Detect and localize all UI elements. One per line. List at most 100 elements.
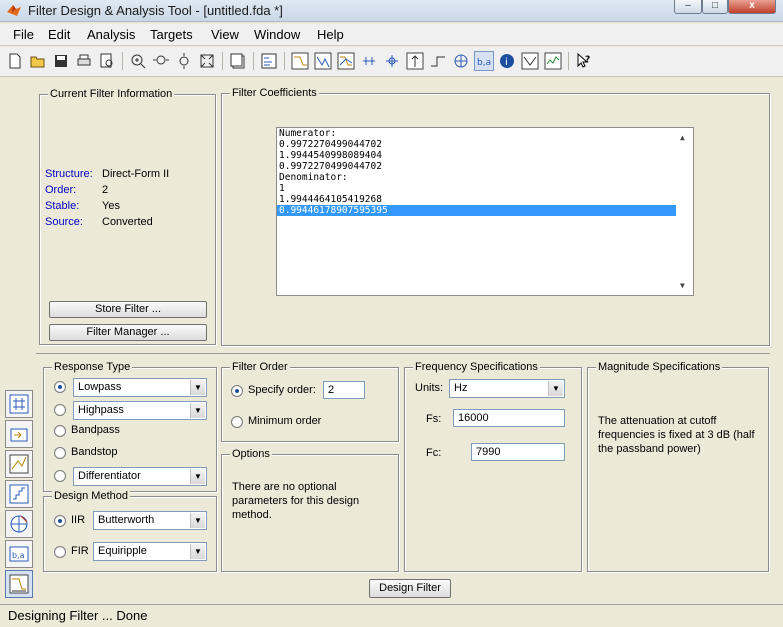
coefficients-listbox[interactable]: Numerator: 0.9972270499044702 1.99445409… [276,127,694,296]
design-filter-button[interactable]: Design Filter [369,579,451,598]
coefficients-scrollbar[interactable]: ▲ ▼ [676,128,693,295]
scroll-up-icon[interactable]: ▲ [680,132,685,143]
open-folder-icon[interactable] [28,51,48,71]
filter-manager-button[interactable]: Filter Manager ... [49,324,207,341]
coefficient-line[interactable]: 1.9944540998089404 [277,150,693,161]
close-button[interactable]: x [728,0,776,14]
toolbar-separator [122,52,123,70]
magnitude-phase-icon[interactable] [336,51,356,71]
coefficient-line[interactable]: 1 [277,183,693,194]
new-file-icon[interactable] [5,51,25,71]
minimize-button[interactable]: – [674,0,702,14]
highpass-radio[interactable] [54,404,66,416]
units-select[interactable]: Hz ▼ [449,379,565,398]
phase-delay-icon[interactable] [382,51,402,71]
coefficient-line[interactable]: Numerator: [277,128,693,139]
menu-help[interactable]: Help [317,27,344,42]
design-filter-mode-icon[interactable] [5,570,33,598]
specify-order-label[interactable]: Specify order: [248,384,316,396]
filter-coefficients-icon[interactable]: b,a [474,51,494,71]
quantize-filter-icon[interactable] [5,480,33,508]
minimum-order-label[interactable]: Minimum order [248,415,321,427]
coefficient-line-selected[interactable]: 0.99446178907595395 [277,205,676,216]
zoom-y-icon[interactable] [174,51,194,71]
menu-window[interactable]: Window [254,27,300,42]
differentiator-select[interactable]: Differentiator ▼ [73,467,207,486]
chevron-down-icon: ▼ [190,380,205,395]
order-value: 2 [102,184,109,196]
fir-radio[interactable] [54,546,66,558]
chevron-down-icon: ▼ [190,403,205,418]
save-icon[interactable] [51,51,71,71]
new-window-icon[interactable] [228,51,248,71]
menu-analysis[interactable]: Analysis [87,27,135,42]
units-label: Units: [415,382,444,394]
round-off-noise-icon[interactable] [543,51,563,71]
menu-targets[interactable]: Targets [150,27,193,42]
lowpass-radio[interactable] [54,381,66,393]
menu-view[interactable]: View [211,27,239,42]
print-preview-icon[interactable] [97,51,117,71]
zoom-x-icon[interactable] [151,51,171,71]
step-response-icon[interactable] [428,51,448,71]
svg-text:i: i [505,57,508,68]
pole-zero-editor-icon[interactable] [5,390,33,418]
lowpass-select[interactable]: Lowpass ▼ [73,378,207,397]
impulse-response-icon[interactable] [405,51,425,71]
filter-coefficients-export-icon[interactable]: b,a [5,540,33,568]
differentiator-radio[interactable] [54,470,66,482]
minimum-order-radio[interactable] [231,416,243,428]
current-filter-title: Current Filter Information [48,88,175,100]
svg-text:b,a: b,a [477,58,491,68]
print-icon[interactable] [74,51,94,71]
window-title: Filter Design & Analysis Tool - [untitle… [28,3,283,18]
svg-text:b,a: b,a [12,551,25,560]
coefficient-line[interactable]: 0.9972270499044702 [277,139,693,150]
coefficient-line[interactable]: Denominator: [277,172,693,183]
scroll-down-icon[interactable]: ▼ [680,280,685,291]
store-filter-button[interactable]: Store Filter ... [49,301,207,318]
group-delay-icon[interactable] [359,51,379,71]
fs-input[interactable]: 16000 [453,409,565,427]
maximize-button[interactable]: □ [702,0,728,14]
menu-file[interactable]: File [13,27,34,42]
source-value: Converted [102,216,153,228]
bandpass-radio[interactable] [54,425,66,437]
fc-input[interactable]: 7990 [471,443,565,461]
bandstop-radio[interactable] [54,447,66,459]
order-input[interactable]: 2 [323,381,365,399]
coefficient-line[interactable]: 1.9944464105419268 [277,194,693,205]
pole-zero-plot-icon[interactable] [451,51,471,71]
iir-label[interactable]: IIR [71,514,85,526]
menu-bar: File Edit Analysis Targets View Window H… [0,24,783,46]
options-text: There are no optional parameters for thi… [232,481,360,521]
iir-method-select[interactable]: Butterworth ▼ [93,511,207,530]
fir-label[interactable]: FIR [71,545,89,557]
whats-this-help-icon[interactable]: ? [574,51,594,71]
magnitude-estimate-icon[interactable] [520,51,540,71]
highpass-select[interactable]: Highpass ▼ [73,401,207,420]
toolbar: b,a i ? [0,47,783,77]
bandpass-label[interactable]: Bandpass [71,424,120,436]
import-filter-icon[interactable] [5,420,33,448]
specify-order-radio[interactable] [231,385,243,397]
fir-method-select[interactable]: Equiripple ▼ [93,542,207,561]
menu-edit[interactable]: Edit [48,27,70,42]
magnitude-response-icon[interactable] [290,51,310,71]
full-view-icon[interactable] [197,51,217,71]
magnitude-specs-title: Magnitude Specifications [596,361,723,373]
stable-label: Stable: [45,200,80,212]
fir-method-value: Equiripple [98,545,147,557]
phase-response-icon[interactable] [313,51,333,71]
chevron-down-icon: ▼ [190,513,205,528]
bandstop-label[interactable]: Bandstop [71,446,117,458]
filter-info-icon[interactable]: i [497,51,517,71]
iir-radio[interactable] [54,515,66,527]
stable-value: Yes [102,200,120,212]
zoom-in-icon[interactable] [128,51,148,71]
filter-manager-icon[interactable] [259,51,279,71]
transform-filter-icon[interactable] [5,450,33,478]
chevron-down-icon: ▼ [190,544,205,559]
realize-model-icon[interactable] [5,510,33,538]
coefficient-line[interactable]: 0.9972270499044702 [277,161,693,172]
